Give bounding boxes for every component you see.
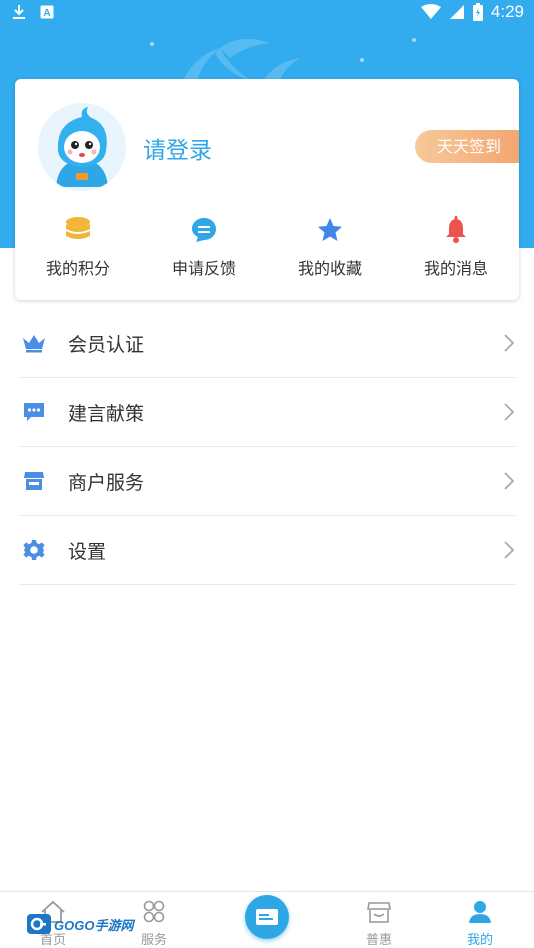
battery-icon <box>472 3 483 21</box>
wifi-icon <box>420 4 441 19</box>
chevron-right-icon <box>504 472 515 490</box>
star-icon <box>318 218 342 241</box>
quick-label: 申请反馈 <box>171 259 236 278</box>
gear-icon <box>22 538 46 562</box>
daily-signin-button[interactable]: 天天签到 <box>415 130 519 163</box>
center-card-button[interactable] <box>245 895 289 939</box>
shop-icon <box>367 902 391 923</box>
grid-icon <box>143 900 165 923</box>
chevron-right-icon <box>504 334 515 352</box>
store-icon <box>22 469 46 493</box>
signal-icon <box>449 5 464 19</box>
quick-item-messages[interactable]: 我的消息 <box>393 214 519 279</box>
menu-label: 商户服务 <box>68 472 145 494</box>
status-time: 4:29 <box>490 2 524 21</box>
decor-dot <box>150 42 154 46</box>
chevron-right-icon <box>504 403 515 421</box>
decor-dot <box>412 38 416 42</box>
bottom-tab-bar: 首页 服务 普惠 我的 GOGO手游网 <box>0 891 534 948</box>
quick-item-feedback[interactable]: 申请反馈 <box>141 214 267 279</box>
login-prompt[interactable]: 请登录 <box>143 131 212 165</box>
decor-dot <box>360 58 364 62</box>
tab-benefits[interactable]: 普惠 <box>344 900 414 948</box>
menu-label: 设置 <box>68 541 107 563</box>
watermark-text: GOGO手游网 <box>54 917 134 933</box>
chevron-right-icon <box>504 541 515 559</box>
crown-icon <box>22 331 46 355</box>
coins-icon <box>66 217 90 239</box>
menu-item-suggestions[interactable]: 建言献策 <box>19 378 515 447</box>
status-bar: A 4:29 <box>0 0 534 28</box>
message-icon <box>22 400 46 424</box>
tab-label: 我的 <box>466 933 493 948</box>
quick-item-points[interactable]: 我的积分 <box>15 214 141 279</box>
menu-label: 建言献策 <box>68 403 145 425</box>
tab-label: 普惠 <box>365 933 392 948</box>
quick-label: 我的收藏 <box>297 259 362 278</box>
menu-item-merchant[interactable]: 商户服务 <box>19 447 515 516</box>
settings-menu: 会员认证 建言献策 商户服务 设置 <box>19 309 515 585</box>
quick-actions: 我的积分 申请反馈 我的收藏 我的消息 <box>15 214 519 279</box>
profile-card: 请登录 天天签到 我的积分 申请反馈 我的收藏 我的消息 <box>15 79 519 300</box>
menu-item-settings[interactable]: 设置 <box>19 516 515 585</box>
bell-icon <box>446 216 466 243</box>
chat-icon <box>192 218 216 242</box>
quick-item-favorites[interactable]: 我的收藏 <box>267 214 393 279</box>
download-icon <box>13 5 25 19</box>
user-icon <box>469 901 491 923</box>
quick-label: 我的消息 <box>423 259 488 278</box>
mascot-avatar-icon <box>38 103 126 191</box>
menu-label: 会员认证 <box>68 334 145 356</box>
card-icon <box>256 909 278 925</box>
quick-label: 我的积分 <box>45 259 110 278</box>
avatar[interactable] <box>38 103 126 191</box>
menu-item-membership[interactable]: 会员认证 <box>19 309 515 378</box>
gogo-logo-icon <box>27 914 51 934</box>
watermark-logo: GOGO手游网 <box>26 913 133 935</box>
svg-text:A: A <box>43 8 50 19</box>
tab-mine[interactable]: 我的 <box>445 900 515 948</box>
a-icon: A <box>40 5 54 19</box>
